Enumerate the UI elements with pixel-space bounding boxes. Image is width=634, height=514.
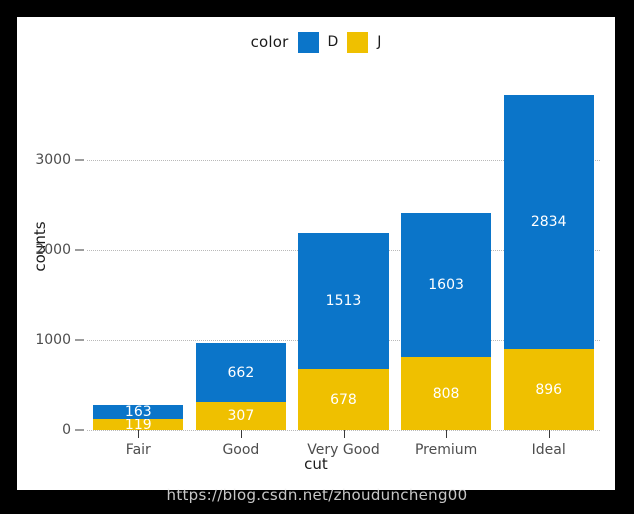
- bar-value-label: 1513: [325, 292, 362, 309]
- chart-legend: color D J: [17, 27, 615, 57]
- legend-title: color: [250, 33, 289, 51]
- bar-value-label: 2834: [530, 213, 567, 230]
- y-tick-label: 3000: [35, 152, 71, 169]
- bar-group-ideal[interactable]: 896 2834: [503, 63, 594, 430]
- x-axis-title: cut: [304, 455, 328, 473]
- bar-group-good[interactable]: 307 662: [195, 63, 287, 430]
- bar-segment-j[interactable]: 119: [93, 418, 184, 432]
- legend-label-d: D: [327, 34, 339, 50]
- x-tick-mark: [548, 430, 550, 438]
- y-tick-mark: [75, 339, 84, 341]
- plot-panel: 0 1000 2000 3000 119 163 Fair 307 662 Good 678 1513…: [35, 63, 600, 458]
- bar-value-label: 896: [535, 381, 563, 398]
- bar-segment-d[interactable]: 163: [93, 403, 184, 420]
- bar-segment-j[interactable]: 678: [298, 369, 389, 430]
- bar-segment-j[interactable]: 307: [195, 402, 287, 430]
- bar-segment-j[interactable]: 808: [400, 357, 492, 430]
- y-tick-label: 2000: [35, 242, 71, 259]
- bar-value-label: 678: [330, 391, 357, 408]
- screenshot-frame: color D J counts 0 1000 2000 3000 119 163 Fair…: [0, 0, 634, 514]
- bar-group-premium[interactable]: 808 1603: [400, 63, 492, 430]
- x-tick-mark: [343, 430, 345, 438]
- y-tick-mark: [75, 249, 84, 251]
- legend-entry-d[interactable]: D: [297, 31, 339, 53]
- y-tick-label: 1000: [35, 332, 71, 349]
- y-tick-label: 0: [62, 422, 71, 438]
- bar-segment-d[interactable]: 1603: [400, 213, 492, 358]
- x-tick-mark: [446, 430, 448, 438]
- bar-group-fair[interactable]: 119 163: [93, 63, 184, 432]
- bar-value-label: 307: [227, 408, 255, 425]
- legend-swatch-j: [347, 31, 369, 53]
- bar-value-label: 808: [432, 385, 460, 402]
- legend-label-j: J: [377, 34, 382, 50]
- y-tick-mark: [75, 429, 84, 431]
- bar-segment-j[interactable]: 896: [503, 349, 594, 430]
- chart-canvas: color D J counts 0 1000 2000 3000 119 163 Fair…: [17, 17, 615, 490]
- bar-segment-d[interactable]: 1513: [298, 232, 389, 370]
- x-tick-mark: [240, 430, 242, 438]
- legend-swatch-d: [297, 31, 319, 53]
- bar-value-label: 1603: [428, 277, 464, 294]
- bar-group-very-good[interactable]: 678 1513: [298, 63, 389, 430]
- bar-segment-d[interactable]: 662: [195, 342, 287, 403]
- bar-value-label: 163: [124, 403, 152, 420]
- bar-segment-d[interactable]: 2834: [503, 94, 594, 350]
- bar-value-label: 662: [227, 364, 255, 381]
- x-tick-mark: [138, 430, 140, 438]
- y-tick-mark: [75, 159, 84, 161]
- legend-entry-j[interactable]: J: [347, 31, 382, 53]
